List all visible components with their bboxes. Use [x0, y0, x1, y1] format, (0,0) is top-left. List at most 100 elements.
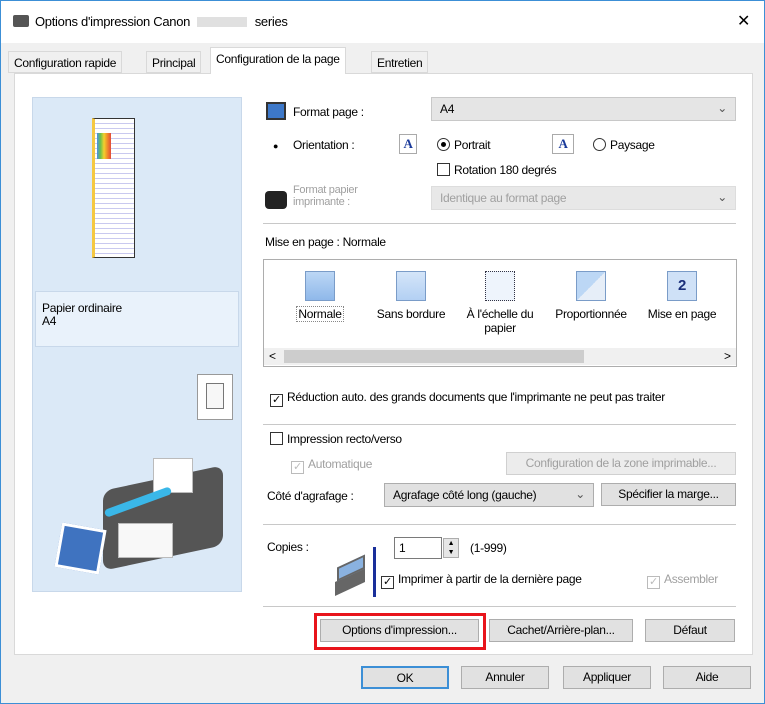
orientation-label: Orientation : — [293, 138, 355, 152]
layout-current-value: Normale — [342, 235, 387, 249]
rotate-180-checkbox[interactable]: Rotation 180 degrés — [437, 163, 557, 177]
print-options-dialog: Options d'impression Canon series ✕ Conf… — [0, 0, 765, 704]
layout-fit-to-paper-icon — [485, 271, 515, 301]
copies-value: 1 — [399, 541, 406, 555]
layout-scaled-icon — [576, 271, 606, 301]
chevron-down-icon: ⌄ — [717, 190, 727, 204]
separator — [263, 524, 736, 525]
copies-input[interactable]: 1 — [394, 537, 442, 559]
cancel-button[interactable]: Annuler — [461, 666, 549, 689]
auto-reduce-checkbox[interactable]: ✓ Réduction auto. des grands documents qu… — [270, 390, 665, 407]
help-button[interactable]: Aide — [663, 666, 751, 689]
layout-label-text: Mise en page : — [265, 235, 340, 249]
window-title-suffix: series — [254, 14, 288, 29]
layout-item-label: Mise en page — [647, 307, 717, 321]
collate-checkbox[interactable]: ✓ Assembler — [647, 572, 718, 589]
duplex-checkbox[interactable]: Impression recto/verso — [270, 432, 402, 446]
page-order-icon — [373, 547, 376, 597]
printer-paper-select[interactable]: Identique au format page ⌄ — [431, 186, 736, 210]
format-page-label: Format page : — [293, 105, 364, 119]
scroll-right-icon[interactable]: > — [724, 349, 731, 363]
rotate-180-label: Rotation 180 degrés — [454, 163, 557, 177]
radio-selected-icon — [437, 138, 450, 151]
copies-label: Copies : — [267, 540, 309, 554]
stapling-label: Côté d'agrafage : — [267, 489, 354, 503]
reverse-order-checkbox[interactable]: ✓ Imprimer à partir de la dernière page — [381, 572, 582, 589]
duplex-auto-label: Automatique — [308, 457, 373, 471]
layout-borderless-icon — [396, 271, 426, 301]
duplex-label: Impression recto/verso — [287, 432, 402, 446]
reverse-order-label: Imprimer à partir de la dernière page — [398, 572, 582, 586]
stamp-background-button[interactable]: Cachet/Arrière-plan... — [489, 619, 633, 642]
apply-button[interactable]: Appliquer — [563, 666, 651, 689]
default-button[interactable]: Défaut — [645, 619, 735, 642]
layout-item-label: Proportionnée — [555, 307, 627, 321]
format-page-icon — [266, 102, 286, 120]
print-area-button[interactable]: Configuration de la zone imprimable... — [506, 452, 736, 475]
orientation-bullet-icon: ● — [273, 141, 279, 151]
paper-type-text: Papier ordinaire — [42, 301, 122, 315]
layout-item-echelle[interactable]: À l'échelle du papier — [459, 271, 541, 335]
copies-range: (1-999) — [470, 541, 507, 555]
portrait-radio[interactable]: Portrait — [437, 138, 491, 152]
checkbox-checked-icon: ✓ — [381, 576, 394, 589]
checkbox-unchecked-icon — [270, 432, 283, 445]
checkbox-unchecked-icon — [437, 163, 450, 176]
layout-item-label: Sans bordure — [376, 307, 446, 321]
paper-orientation-button[interactable] — [197, 374, 233, 420]
checkbox-checked-icon: ✓ — [291, 461, 304, 474]
stapling-value: Agrafage côté long (gauche) — [393, 488, 537, 502]
window-title: Options d'impression Canon series — [35, 14, 288, 29]
tab-configuration-page[interactable]: Configuration de la page — [210, 47, 346, 74]
separator — [263, 424, 736, 425]
layout-scrollbar[interactable]: < > — [264, 348, 736, 365]
scroll-left-icon[interactable]: < — [269, 349, 276, 363]
preview-panel: Papier ordinaire A4 — [32, 97, 242, 592]
separator — [263, 606, 736, 607]
printer-paper-label: Format papier imprimante : — [293, 184, 358, 208]
landscape-label: Paysage — [610, 138, 655, 152]
model-redacted — [197, 17, 248, 27]
scroll-thumb[interactable] — [284, 350, 584, 363]
auto-reduce-label: Réduction auto. des grands documents que… — [287, 390, 665, 404]
layout-item-normale[interactable]: Normale — [279, 271, 361, 322]
window-title-text: Options d'impression Canon — [35, 14, 191, 29]
ok-button[interactable]: OK — [361, 666, 449, 689]
format-page-select[interactable]: A4 ⌄ — [431, 97, 736, 121]
layout-item-mise-en-page[interactable]: 2 Mise en page — [641, 271, 723, 321]
format-page-value: A4 — [440, 102, 455, 116]
chevron-down-icon: ⌄ — [575, 487, 585, 501]
stapling-select[interactable]: Agrafage côté long (gauche) ⌄ — [384, 483, 594, 507]
tab-entretien[interactable]: Entretien — [371, 51, 429, 73]
layout-item-label: Normale — [296, 306, 344, 322]
separator — [263, 223, 736, 224]
portrait-icon: A — [399, 134, 417, 154]
paper-info-box: Papier ordinaire A4 — [35, 291, 239, 347]
layout-item-proportionnee[interactable]: Proportionnée — [550, 271, 632, 321]
checkbox-checked-icon: ✓ — [270, 394, 283, 407]
chevron-down-icon: ⌄ — [717, 101, 727, 115]
copies-stack-icon — [333, 554, 369, 596]
checkbox-checked-icon: ✓ — [647, 576, 660, 589]
tab-configuration-rapide[interactable]: Configuration rapide — [8, 51, 123, 73]
radio-unselected-icon — [593, 138, 606, 151]
duplex-auto-checkbox[interactable]: ✓ Automatique — [291, 457, 372, 474]
page-preview — [92, 118, 135, 258]
layout-item-sans-bordure[interactable]: Sans bordure — [370, 271, 452, 321]
printer-illustration — [54, 458, 233, 575]
title-bar: Options d'impression Canon series ✕ — [1, 1, 764, 43]
printer-paper-icon — [265, 191, 287, 209]
layout-item-label: À l'échelle du papier — [466, 307, 534, 335]
preview-color-image — [97, 133, 111, 159]
layout-normal-icon — [305, 271, 335, 301]
copies-spinner[interactable]: ▲ ▼ — [443, 538, 459, 558]
portrait-label: Portrait — [454, 138, 491, 152]
close-icon[interactable]: ✕ — [737, 11, 750, 31]
print-options-button[interactable]: Options d'impression... — [320, 619, 479, 642]
specify-margin-button[interactable]: Spécifier la marge... — [601, 483, 736, 506]
landscape-radio[interactable]: Paysage — [593, 138, 655, 152]
landscape-icon: A — [552, 134, 574, 154]
printer-paper-value: Identique au format page — [440, 191, 567, 205]
layout-page-layout-icon: 2 — [667, 271, 697, 301]
tab-principal[interactable]: Principal — [146, 51, 202, 73]
